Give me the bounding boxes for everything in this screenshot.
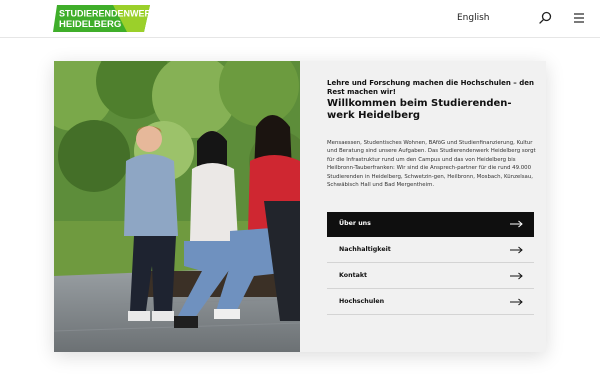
nav-item-label: Kontakt [339, 272, 368, 279]
logo-line1: STUDIERENDENWERK [59, 9, 150, 19]
eyebrow-text: Lehre und Forschung machen die Hochschul… [327, 79, 534, 96]
nav-item-ueber-uns[interactable]: Über uns [327, 212, 534, 237]
intro-panel: Lehre und Forschung machen die Hochschul… [300, 61, 546, 352]
search-icon[interactable] [537, 10, 553, 26]
intro-description: Mensaessen, Studentisches Wohnen, BAföG … [327, 140, 536, 189]
site-header: STUDIERENDENWERK HEIDELBERG English [0, 0, 600, 38]
nav-item-label: Hochschulen [339, 298, 385, 305]
language-switch[interactable]: English [457, 13, 490, 23]
arrow-right-icon [510, 298, 523, 306]
nav-item-label: Nachhaltigkeit [339, 246, 391, 253]
students-photo [54, 61, 300, 352]
studierendenwerk-logo[interactable]: STUDIERENDENWERK HEIDELBERG [53, 5, 150, 32]
hero-photo [54, 61, 300, 352]
nav-item-kontakt[interactable]: Kontakt [327, 264, 534, 289]
page-title: Willkommen beim Studierenden-werk Heidel… [327, 98, 512, 121]
arrow-right-icon [510, 220, 523, 228]
nav-item-nachhaltigkeit[interactable]: Nachhaltigkeit [327, 238, 534, 263]
arrow-right-icon [510, 272, 523, 280]
nav-item-label: Über uns [339, 220, 371, 227]
section-nav: Über uns Nachhaltigkeit Kontakt Hochschu… [327, 212, 534, 316]
arrow-right-icon [510, 246, 523, 254]
hero-card: Lehre und Forschung machen die Hochschul… [54, 61, 546, 352]
nav-item-hochschulen[interactable]: Hochschulen [327, 290, 534, 315]
menu-icon[interactable] [571, 11, 585, 25]
logo-line2: HEIDELBERG [59, 19, 121, 30]
